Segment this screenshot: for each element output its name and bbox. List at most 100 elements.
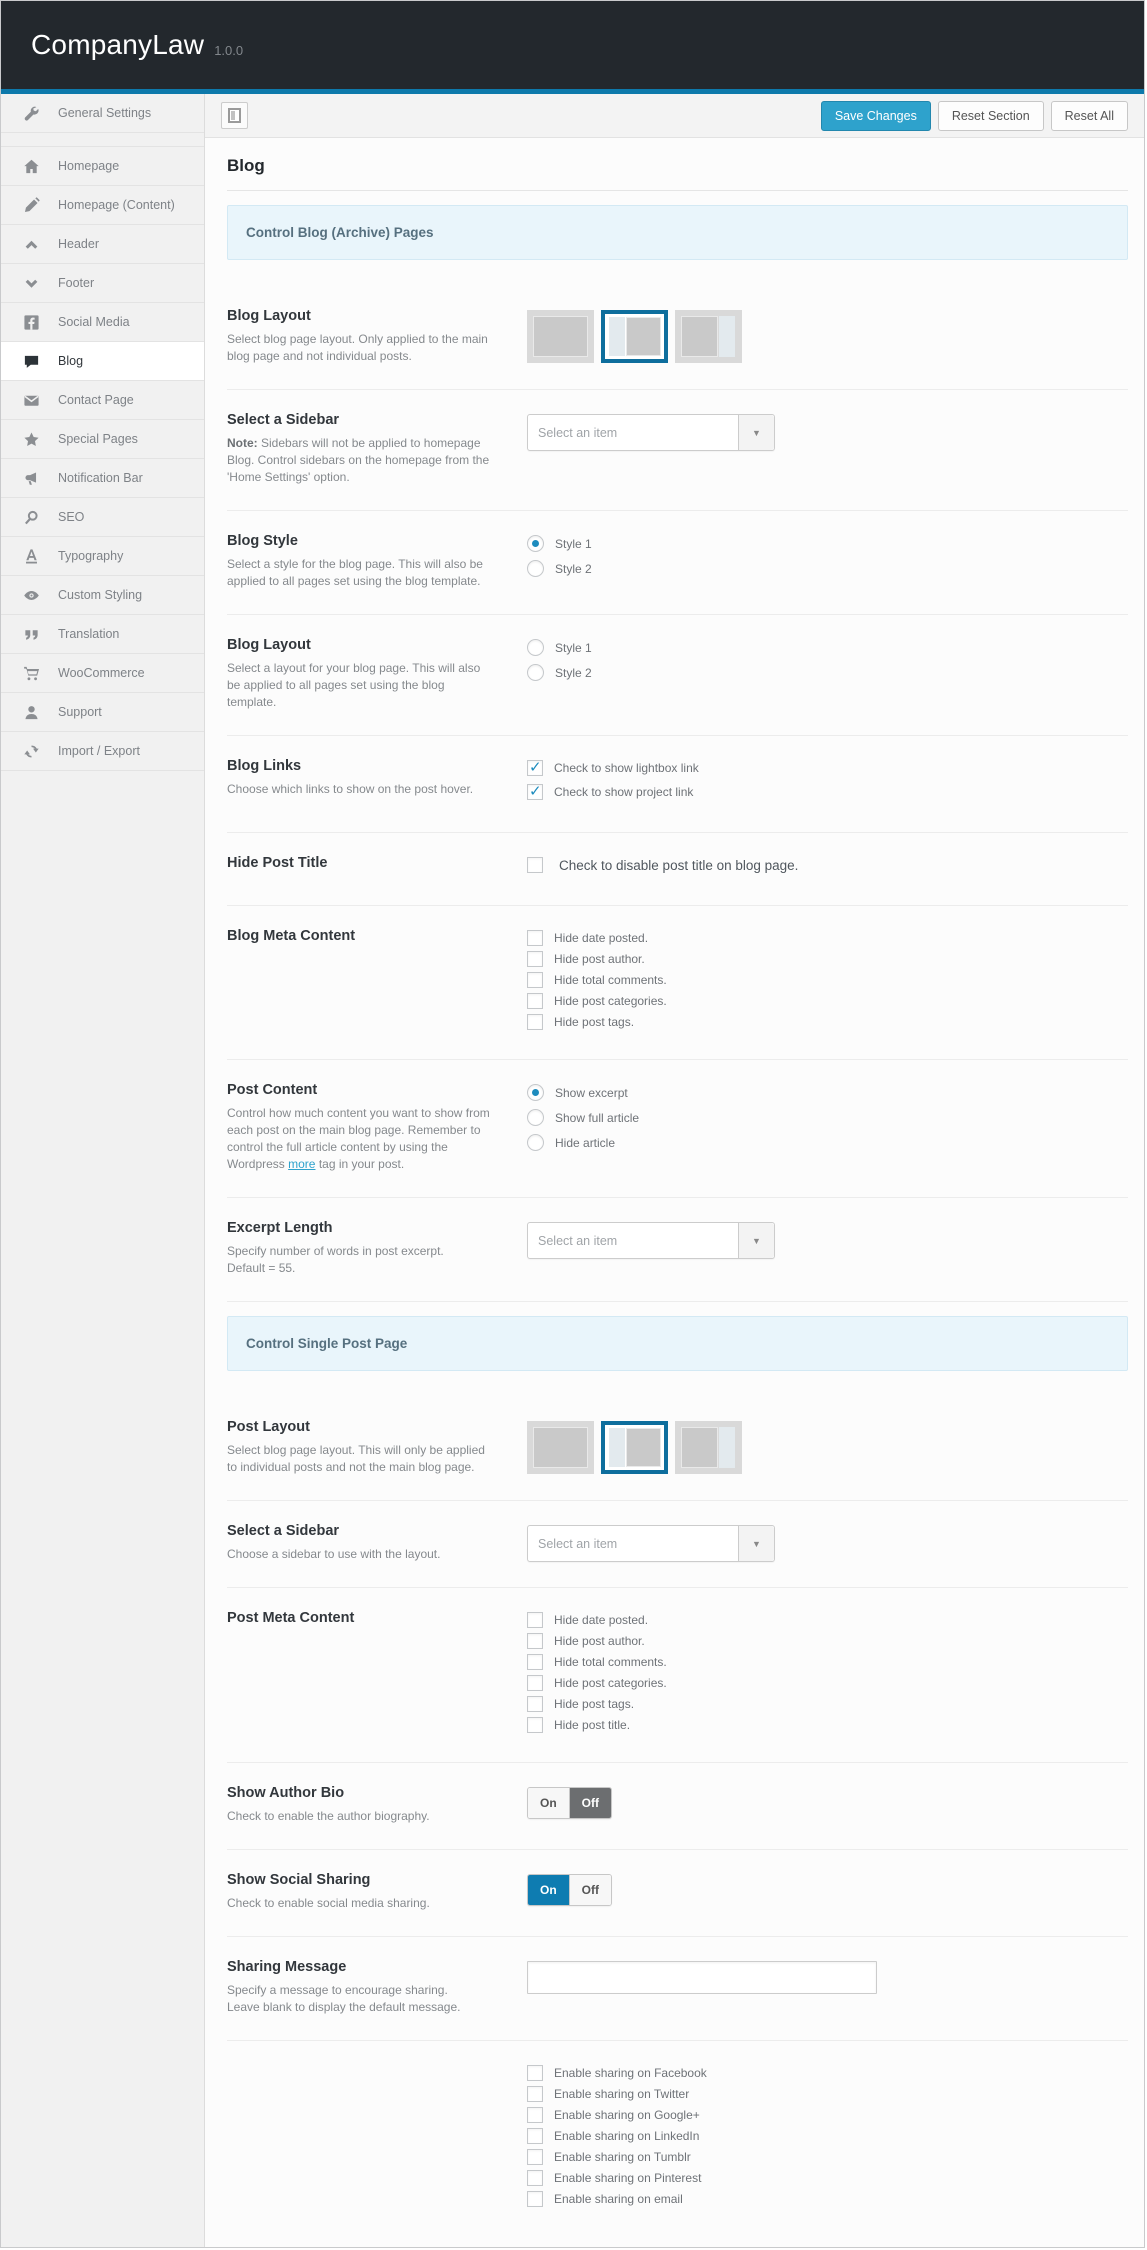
checkbox-hide-tags[interactable]: Hide post tags. [527,1696,1128,1712]
sidebar-item-custom-styling[interactable]: Custom Styling [1,576,204,615]
layout-toggle-button[interactable] [221,102,248,129]
setting-title: Show Social Sharing [227,1872,493,1888]
setting-row-hide-post-title: Hide Post Title Check to disable post ti… [227,833,1128,906]
save-changes-button[interactable]: Save Changes [821,101,931,131]
radio-hide-article[interactable]: Hide article [527,1134,1128,1151]
excerpt-length-select[interactable]: Select an item [527,1222,775,1259]
radio [527,1134,544,1151]
more-tag-link[interactable]: more [288,1157,315,1171]
checkbox-hide-date[interactable]: Hide date posted. [527,930,1128,946]
checkbox-share-facebook[interactable]: Enable sharing on Facebook [527,2065,1128,2081]
reset-all-button[interactable]: Reset All [1051,101,1128,131]
post-layout-option-right-sidebar[interactable] [675,1421,742,1474]
sidebar-item-seo[interactable]: SEO [1,498,204,537]
sidebar-item-header[interactable]: Header [1,225,204,264]
checkbox-share-tumblr[interactable]: Enable sharing on Tumblr [527,2149,1128,2165]
sidebar-item-footer[interactable]: Footer [1,264,204,303]
sidebar-item-typography[interactable]: Typography [1,537,204,576]
checkbox-share-linkedin[interactable]: Enable sharing on LinkedIn [527,2128,1128,2144]
checkbox-hide-comments[interactable]: Hide total comments. [527,1654,1128,1670]
toggle-on-button[interactable]: On [528,1788,569,1818]
refresh-icon [21,743,41,760]
checkbox-share-googleplus[interactable]: Enable sharing on Google+ [527,2107,1128,2123]
sidebar-item-general-settings[interactable]: General Settings [1,94,204,133]
sidebar-item-homepage-content[interactable]: Homepage (Content) [1,186,204,225]
sharing-message-input[interactable] [527,1961,877,1994]
sidebar-item-import-export[interactable]: Import / Export [1,732,204,771]
setting-description: Choose a sidebar to use with the layout. [227,1546,493,1563]
setting-description: Specify a message to encourage sharing. … [227,1982,493,2016]
post-layout-option-full-width[interactable] [527,1421,594,1474]
radio-blog-style-2[interactable]: Style 2 [527,560,1128,577]
wrench-icon [21,105,41,122]
checkbox-hide-post-title[interactable]: Check to disable post title on blog page… [527,857,1128,873]
home-icon [21,158,41,175]
social-sharing-toggle: On Off [527,1874,612,1906]
checkbox-hide-date[interactable]: Hide date posted. [527,1612,1128,1628]
radio [527,639,544,656]
checkbox [527,2086,543,2102]
checkbox-share-twitter[interactable]: Enable sharing on Twitter [527,2086,1128,2102]
checkbox [527,2107,543,2123]
star-icon [21,431,41,448]
layout-option-left-sidebar[interactable] [601,310,668,363]
section-heading-single: Control Single Post Page [227,1316,1128,1371]
setting-title: Blog Meta Content [227,928,493,944]
checkbox [527,1612,543,1628]
checkbox [527,1717,543,1733]
setting-title: Blog Layout [227,308,493,324]
setting-description: Specify number of words in post excerpt.… [227,1243,493,1277]
sidebar-select[interactable]: Select an item [527,414,775,451]
checkbox [527,1654,543,1670]
radio-blog-layout-1[interactable]: Style 1 [527,639,1128,656]
post-layout-option-left-sidebar[interactable] [601,1421,668,1474]
reset-section-button[interactable]: Reset Section [938,101,1044,131]
checkbox-hide-tags[interactable]: Hide post tags. [527,1014,1128,1030]
setting-row-excerpt-length: Excerpt Length Specify number of words i… [227,1198,1128,1302]
post-sidebar-select[interactable]: Select an item [527,1525,775,1562]
settings-sidebar: General Settings Homepage Homepage (Cont… [1,94,205,2247]
checkbox-share-email[interactable]: Enable sharing on email [527,2191,1128,2207]
sidebar-item-woocommerce[interactable]: WooCommerce [1,654,204,693]
checkbox [527,2128,543,2144]
checkbox-hide-author[interactable]: Hide post author. [527,1633,1128,1649]
radio-show-excerpt[interactable]: Show excerpt [527,1084,1128,1101]
layout-option-right-sidebar[interactable] [675,310,742,363]
toggle-off-button[interactable]: Off [569,1788,611,1818]
sidebar-item-homepage[interactable]: Homepage [1,147,204,186]
toggle-on-button[interactable]: On [528,1875,569,1905]
checkbox-project-link[interactable]: Check to show project link [527,784,1128,800]
sidebar-item-special-pages[interactable]: Special Pages [1,420,204,459]
theme-options-panel: CompanyLaw 1.0.0 General Settings Homepa… [0,0,1145,2248]
sidebar-item-social-media[interactable]: Social Media [1,303,204,342]
sidebar-item-blog[interactable]: Blog [1,342,204,381]
setting-description: Select blog page layout. Only applied to… [227,331,493,365]
radio-show-full-article[interactable]: Show full article [527,1109,1128,1126]
checkbox-hide-comments[interactable]: Hide total comments. [527,972,1128,988]
checkbox-hide-title[interactable]: Hide post title. [527,1717,1128,1733]
setting-title: Post Content [227,1082,493,1098]
chevron-up-icon [21,236,41,253]
radio-blog-layout-2[interactable]: Style 2 [527,664,1128,681]
setting-row-blog-links: Blog Links Choose which links to show on… [227,736,1128,833]
sidebar-item-contact-page[interactable]: Contact Page [1,381,204,420]
setting-description: Check to enable the author biography. [227,1808,493,1825]
sidebar-divider [1,133,204,147]
checkbox-hide-author[interactable]: Hide post author. [527,951,1128,967]
setting-description: Control how much content you want to sho… [227,1105,493,1173]
radio-selected [527,1084,544,1101]
sidebar-item-support[interactable]: Support [1,693,204,732]
checkbox [527,2149,543,2165]
sidebar-item-notification-bar[interactable]: Notification Bar [1,459,204,498]
layout-option-full-width[interactable] [527,310,594,363]
radio-blog-style-1[interactable]: Style 1 [527,535,1128,552]
setting-row-post-select-sidebar: Select a Sidebar Choose a sidebar to use… [227,1501,1128,1588]
app-title: CompanyLaw [31,29,204,61]
columns-icon [228,108,241,123]
checkbox-share-pinterest[interactable]: Enable sharing on Pinterest [527,2170,1128,2186]
checkbox-hide-categories[interactable]: Hide post categories. [527,1675,1128,1691]
sidebar-item-translation[interactable]: Translation [1,615,204,654]
checkbox-hide-categories[interactable]: Hide post categories. [527,993,1128,1009]
checkbox-lightbox-link[interactable]: Check to show lightbox link [527,760,1128,776]
toggle-off-button[interactable]: Off [569,1875,611,1905]
